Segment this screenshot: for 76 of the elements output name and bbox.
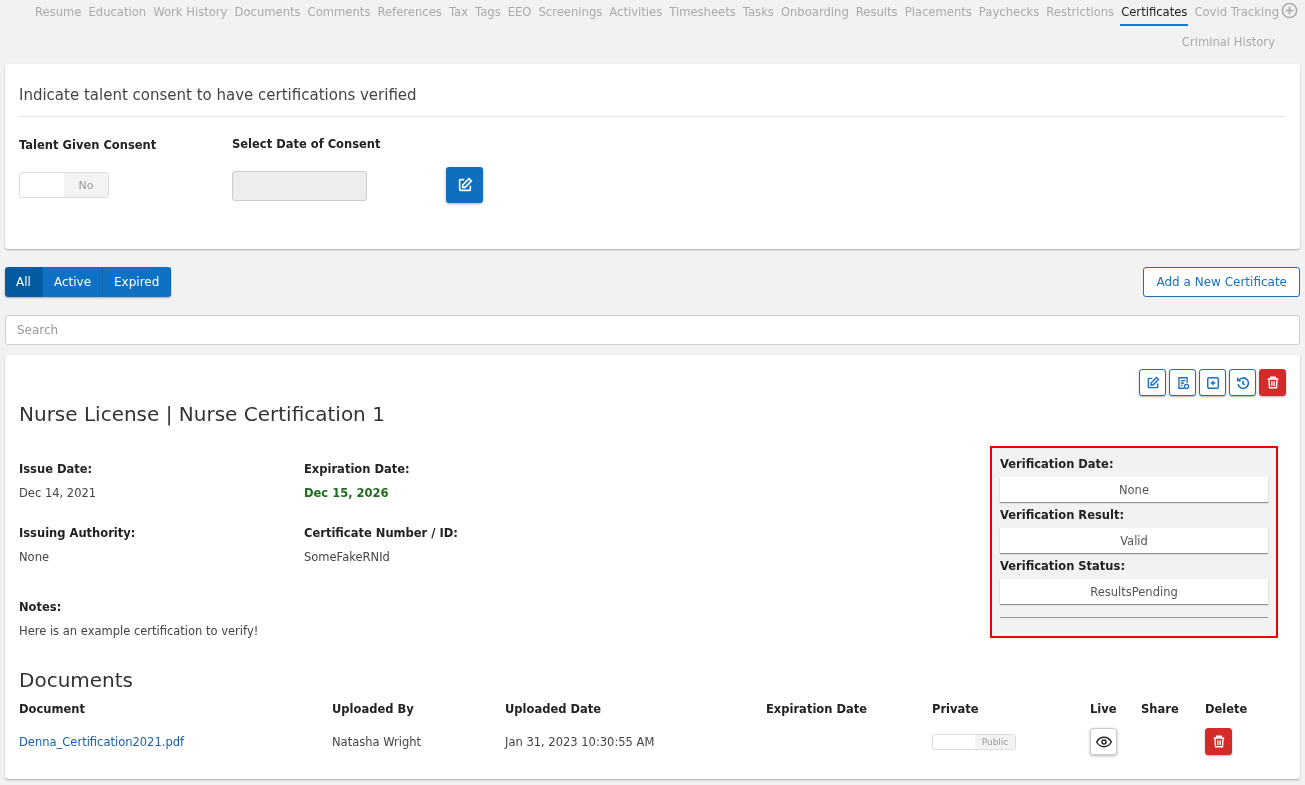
table-cell: Jan 31, 2023 10:30:55 AM <box>505 734 655 749</box>
document-link[interactable]: Denna_Certification2021.pdf <box>19 734 185 749</box>
add-button[interactable] <box>1199 369 1226 396</box>
tab[interactable]: Restrictions <box>1045 0 1116 26</box>
tab[interactable]: Documents <box>233 0 302 26</box>
field-label: Certificate Number / ID: <box>304 526 459 540</box>
tab[interactable]: Paychecks <box>977 0 1041 26</box>
plus-icon <box>1205 375 1220 390</box>
table-cell: Natasha Wright <box>332 734 422 749</box>
field-value: Valid <box>1000 528 1268 553</box>
column-header: Share <box>1141 702 1179 716</box>
history-button[interactable] <box>1229 369 1256 396</box>
tab[interactable]: Screenings <box>537 0 604 26</box>
filter-button[interactable]: All <box>5 267 43 297</box>
column-header: Uploaded By <box>332 702 414 716</box>
trash-icon <box>1265 375 1280 390</box>
column-header: Uploaded Date <box>505 702 602 716</box>
field-label: Verification Status: <box>1000 559 1126 573</box>
edit-icon <box>1145 375 1160 390</box>
field-label: Notes: <box>19 600 63 614</box>
add-certificate-button[interactable]: Add a New Certificate <box>1143 267 1300 297</box>
tab[interactable]: Tax <box>447 0 469 26</box>
edit-icon <box>456 177 473 193</box>
field-value: Dec 15, 2026 <box>304 486 390 500</box>
tab[interactable]: Tags <box>474 0 502 26</box>
tab[interactable]: Comments <box>306 0 372 26</box>
field-label: Issuing Authority: <box>19 526 137 540</box>
tab[interactable]: Tasks <box>741 0 775 26</box>
notes-text: Here is an example certification to verify! <box>19 624 260 638</box>
tab[interactable]: Work History <box>152 0 229 26</box>
certificate-title: Nurse License | Nurse Certification 1 <box>19 402 386 426</box>
column-header: Live <box>1090 702 1117 716</box>
tab[interactable]: Placements <box>903 0 973 26</box>
trash-icon <box>1211 734 1226 749</box>
tab[interactable]: Criminal History <box>1180 30 1276 56</box>
field-value: None <box>19 550 50 564</box>
tab[interactable]: Results <box>854 0 899 26</box>
tab[interactable]: Timesheets <box>668 0 737 26</box>
eye-icon <box>1095 735 1112 748</box>
field-label: Expiration Date: <box>304 462 411 476</box>
section-title: Indicate talent consent to have certifications verified <box>19 86 1286 117</box>
privacy-toggle[interactable]: Public <box>932 733 1016 750</box>
filter-button[interactable]: Expired <box>103 267 172 297</box>
field-value: ResultsPending <box>1000 579 1268 604</box>
document-icon <box>1175 375 1190 390</box>
tab[interactable]: Certificates <box>1120 0 1189 26</box>
edit-button[interactable] <box>1139 369 1166 396</box>
column-header: Document <box>19 702 85 716</box>
tab[interactable]: Onboarding <box>779 0 850 26</box>
delete-button[interactable] <box>1259 369 1286 396</box>
document-history-button[interactable] <box>1169 369 1196 396</box>
section-title: Documents <box>19 668 135 692</box>
column-header: Expiration Date <box>766 702 867 716</box>
filter-button[interactable]: Active <box>42 267 103 297</box>
field-label: Verification Result: <box>1000 508 1126 522</box>
tab[interactable]: Covid Tracking <box>1193 0 1280 26</box>
tab[interactable]: References <box>376 0 443 26</box>
tab[interactable]: Education <box>87 0 148 26</box>
view-button[interactable] <box>1090 728 1117 755</box>
delete-button[interactable] <box>1205 728 1232 755</box>
edit-button[interactable] <box>446 167 483 203</box>
tab[interactable]: Activities <box>608 0 664 26</box>
consent-toggle[interactable]: No <box>19 172 109 198</box>
field-value: SomeFakeRNId <box>304 550 391 564</box>
field-value: Dec 14, 2021 <box>19 486 98 500</box>
tab[interactable]: EEO <box>506 0 533 26</box>
column-header: Delete <box>1205 702 1248 716</box>
column-header: Private <box>932 702 979 716</box>
field-label: Issue Date: <box>19 462 94 476</box>
search-field[interactable]: Search <box>5 315 1300 345</box>
tab[interactable]: Resume <box>33 0 83 26</box>
field-label: Talent Given Consent <box>19 138 158 152</box>
field-value: None <box>1000 477 1268 502</box>
field-label: Verification Date: <box>1000 457 1115 471</box>
history-icon <box>1235 375 1250 390</box>
field-label: Select Date of Consent <box>232 137 382 151</box>
